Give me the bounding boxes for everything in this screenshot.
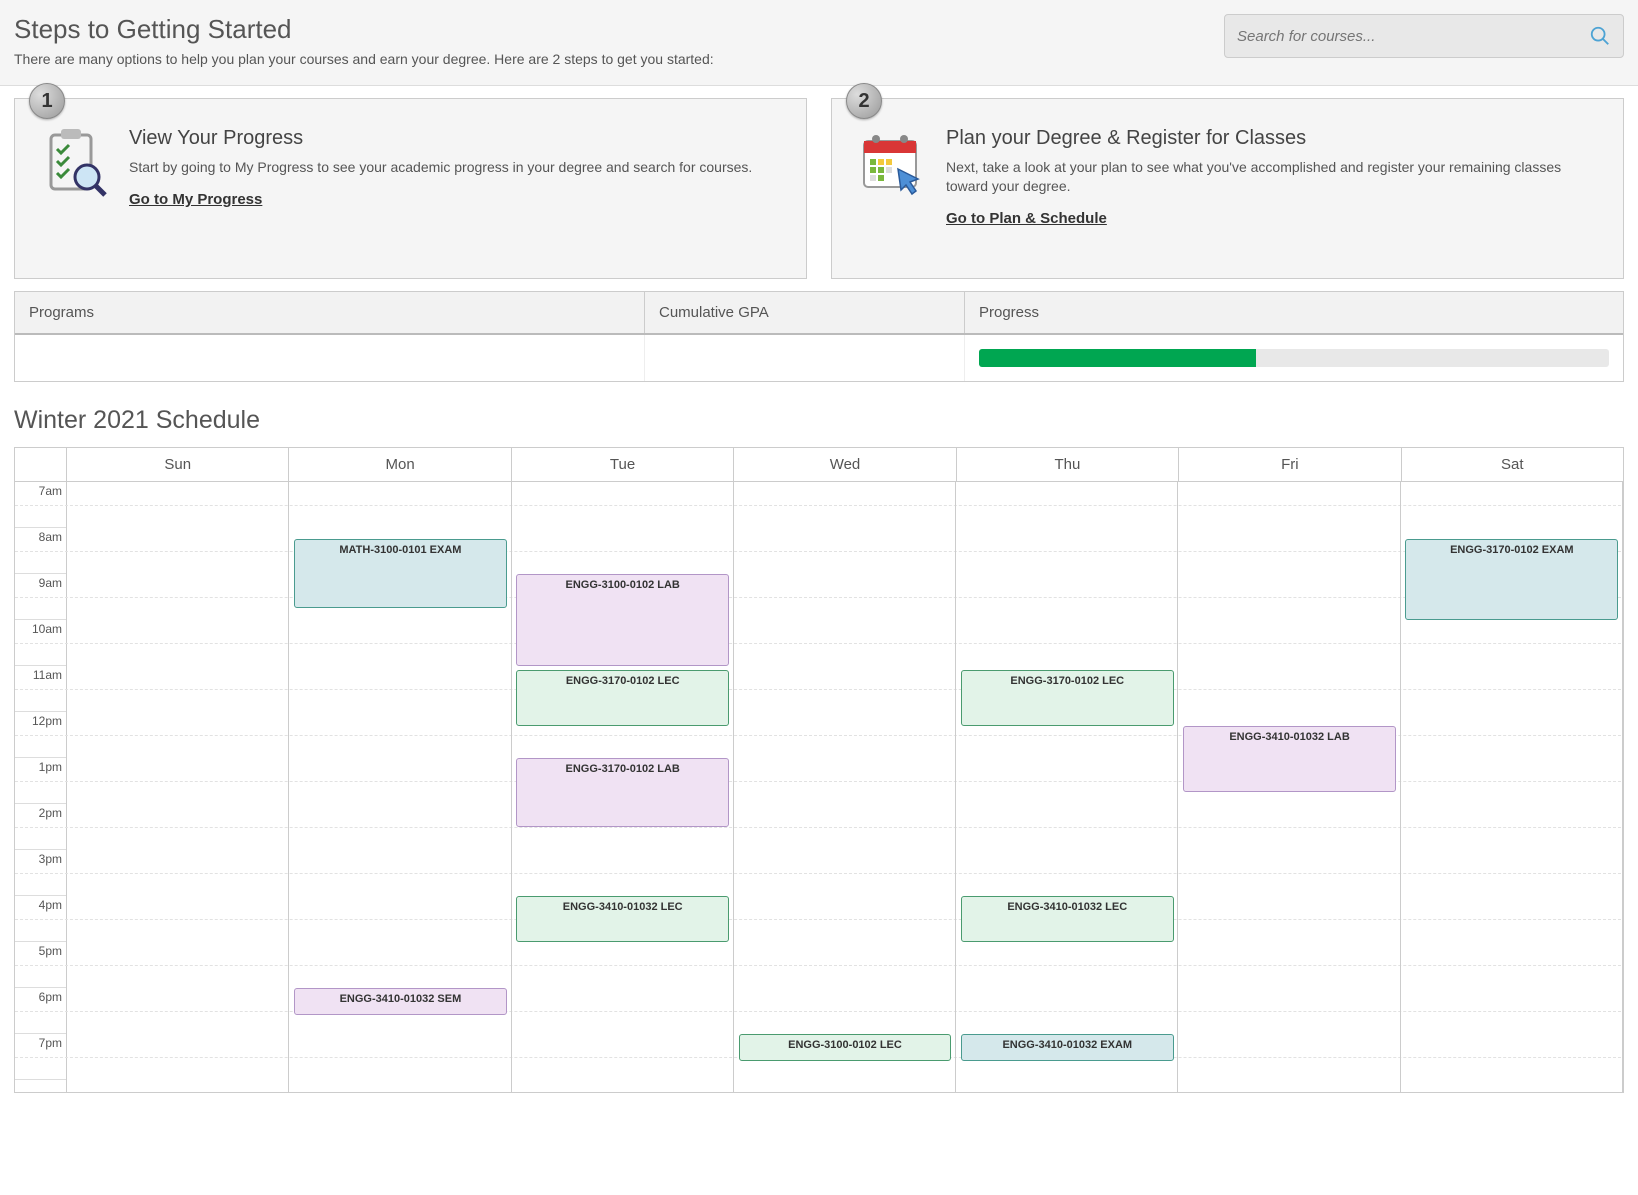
clipboard-magnifier-icon [39, 127, 111, 199]
time-11am: 11am [15, 666, 66, 712]
stats-panel: Programs Cumulative GPA Progress [14, 291, 1624, 382]
event-engg-3170-0102-lec[interactable]: ENGG-3170-0102 LEC [961, 670, 1174, 725]
go-to-my-progress-link[interactable]: Go to My Progress [129, 191, 262, 208]
event-engg-3170-0102-exam[interactable]: ENGG-3170-0102 EXAM [1405, 539, 1618, 620]
time-5pm: 5pm [15, 942, 66, 988]
event-engg-3100-0102-lab[interactable]: ENGG-3100-0102 LAB [516, 574, 729, 666]
progress-bar [979, 349, 1609, 367]
event-engg-3410-01032-lec[interactable]: ENGG-3410-01032 LEC [961, 896, 1174, 942]
time-10am: 10am [15, 620, 66, 666]
time-2pm: 2pm [15, 804, 66, 850]
day-header-mon: Mon [289, 448, 511, 481]
card-desc: Next, take a look at your plan to see wh… [946, 158, 1599, 196]
search-icon [1589, 25, 1611, 47]
schedule-calendar: SunMonTueWedThuFriSat 7am8am9am10am11am1… [14, 447, 1624, 1093]
time-12pm: 12pm [15, 712, 66, 758]
go-to-plan-schedule-link[interactable]: Go to Plan & Schedule [946, 210, 1107, 227]
event-engg-3170-0102-lab[interactable]: ENGG-3170-0102 LAB [516, 758, 729, 827]
col-gpa: Cumulative GPA [645, 292, 965, 333]
time-4pm: 4pm [15, 896, 66, 942]
time-1pm: 1pm [15, 758, 66, 804]
day-header-tue: Tue [512, 448, 734, 481]
search-box[interactable] [1224, 14, 1624, 58]
event-engg-3100-0102-lec[interactable]: ENGG-3100-0102 LEC [739, 1034, 952, 1062]
card-title: View Your Progress [129, 127, 752, 150]
event-engg-3410-01032-lec[interactable]: ENGG-3410-01032 LEC [516, 896, 729, 942]
calendar-cursor-icon [856, 127, 928, 199]
step-badge: 1 [29, 83, 65, 119]
progress-fill [979, 349, 1256, 367]
time-9am: 9am [15, 574, 66, 620]
event-engg-3410-01032-exam[interactable]: ENGG-3410-01032 EXAM [961, 1034, 1174, 1062]
event-math-3100-0101-exam[interactable]: MATH-3100-0101 EXAM [294, 539, 507, 608]
time-3pm: 3pm [15, 850, 66, 896]
time-7am: 7am [15, 482, 66, 528]
time-7pm: 7pm [15, 1034, 66, 1080]
time-8am: 8am [15, 528, 66, 574]
getting-started-cards: 1 View Your Progress Start by going to M… [0, 86, 1638, 279]
page-subtitle: There are many options to help you plan … [14, 51, 714, 67]
page-header: Steps to Getting Started There are many … [0, 0, 1638, 86]
col-progress: Progress [965, 292, 1623, 333]
event-engg-3410-01032-sem[interactable]: ENGG-3410-01032 SEM [294, 988, 507, 1016]
day-header-thu: Thu [957, 448, 1179, 481]
time-6pm: 6pm [15, 988, 66, 1034]
step-badge: 2 [846, 83, 882, 119]
search-input[interactable] [1237, 28, 1589, 45]
event-engg-3170-0102-lec[interactable]: ENGG-3170-0102 LEC [516, 670, 729, 725]
card-view-progress: 1 View Your Progress Start by going to M… [14, 98, 807, 279]
col-programs: Programs [15, 292, 645, 333]
card-desc: Start by going to My Progress to see you… [129, 158, 752, 177]
day-header-sun: Sun [67, 448, 289, 481]
day-header-sat: Sat [1402, 448, 1623, 481]
card-title: Plan your Degree & Register for Classes [946, 127, 1599, 150]
card-plan-register: 2 Plan your Degree & Register for Classe… [831, 98, 1624, 279]
page-title: Steps to Getting Started [14, 14, 714, 45]
day-header-fri: Fri [1179, 448, 1401, 481]
event-engg-3410-01032-lab[interactable]: ENGG-3410-01032 LAB [1183, 726, 1396, 793]
day-header-wed: Wed [734, 448, 956, 481]
schedule-title: Winter 2021 Schedule [14, 406, 1638, 435]
